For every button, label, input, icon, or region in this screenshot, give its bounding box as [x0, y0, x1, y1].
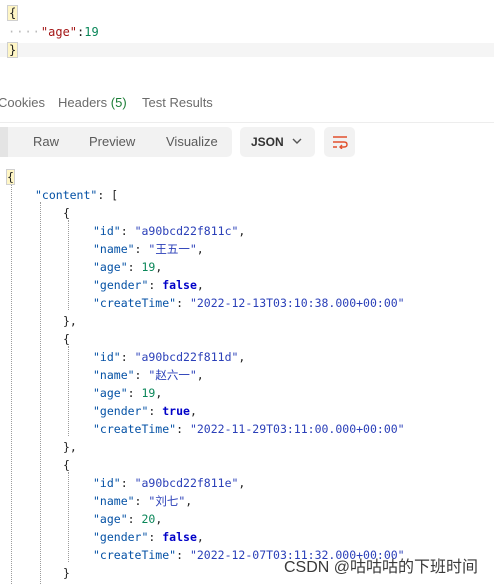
indent-guide: [68, 472, 69, 562]
record-field-name: "name": "刘七",: [93, 494, 193, 508]
record-field-name: "name": "赵六一",: [93, 368, 204, 382]
view-mode-preview[interactable]: Preview: [89, 134, 135, 149]
request-age-value: 19: [84, 25, 99, 39]
headers-count: (5): [110, 95, 127, 110]
wrap-lines-button[interactable]: [324, 127, 355, 157]
root-open-brace: {: [6, 169, 15, 185]
record-field-age: "age": 20,: [93, 512, 163, 526]
tab-headers[interactable]: Headers (5): [58, 95, 127, 110]
record-field-gender: "gender": true,: [93, 404, 197, 418]
record-close: },: [63, 440, 77, 454]
view-mode-visualize[interactable]: Visualize: [166, 134, 218, 149]
format-select-value: JSON: [251, 135, 284, 149]
indent-guide: [68, 346, 69, 436]
record-field-gender: "gender": false,: [93, 530, 204, 544]
record-field-id: "id": "a90bcd22f811e",: [93, 476, 246, 490]
record-field-name: "name": "王五一",: [93, 242, 204, 256]
record-field-id: "id": "a90bcd22f811c",: [93, 224, 246, 238]
tab-headers-label: Headers: [58, 95, 108, 110]
watermark: CSDN @咕咕咕的下班时间: [283, 559, 478, 576]
format-select[interactable]: JSON: [240, 127, 315, 157]
chevron-down-icon: [292, 138, 302, 144]
request-age-line: ····"age":19: [8, 25, 99, 39]
record-open: {: [63, 458, 70, 472]
response-body-viewer[interactable]: { "content": [ { "id": "a90bcd22f811c", …: [0, 164, 494, 585]
active-line-highlight: [0, 43, 494, 57]
view-mode-pretty[interactable]: [0, 127, 8, 157]
tab-cookies[interactable]: Cookies: [0, 95, 45, 110]
record-open: {: [63, 332, 70, 346]
indent-guide: [68, 220, 69, 310]
response-tabs: Cookies Headers (5) Test Results: [0, 84, 494, 123]
record-open: {: [63, 206, 70, 220]
record-close: }: [63, 566, 70, 580]
indent-guide: [11, 184, 12, 584]
record-field-id: "id": "a90bcd22f811d",: [93, 350, 246, 364]
view-mode-raw[interactable]: Raw: [33, 134, 59, 149]
record-field-gender: "gender": false,: [93, 278, 204, 292]
open-brace: {: [6, 5, 19, 21]
record-field-age: "age": 19,: [93, 386, 163, 400]
request-open-brace-line: {: [6, 5, 19, 21]
indent-guide: ····: [8, 25, 41, 39]
request-close-brace-line: }: [6, 42, 19, 58]
pane-splitter[interactable]: [0, 60, 494, 84]
request-body-editor[interactable]: { ····"age":19 }: [0, 0, 494, 61]
json-open-brace: {: [6, 168, 15, 186]
record-close: },: [63, 314, 77, 328]
request-age-key: "age": [40, 25, 78, 39]
format-toolbar: Raw Preview Visualize JSON: [0, 122, 494, 164]
json-content-line: "content": [: [35, 188, 119, 202]
tab-test-results[interactable]: Test Results: [142, 95, 213, 110]
close-brace: }: [6, 42, 19, 58]
record-field-age: "age": 19,: [93, 260, 163, 274]
content-open-bracket: [: [111, 188, 119, 202]
view-mode-segment: Raw Preview Visualize: [0, 127, 232, 157]
wrap-lines-icon: [333, 136, 348, 149]
record-field-createtime: "createTime": "2022-12-13T03:10:38.000+0…: [93, 296, 405, 310]
content-key: "content": [35, 188, 98, 202]
record-field-createtime: "createTime": "2022-11-29T03:11:00.000+0…: [93, 422, 405, 436]
indent-guide: [40, 202, 41, 584]
